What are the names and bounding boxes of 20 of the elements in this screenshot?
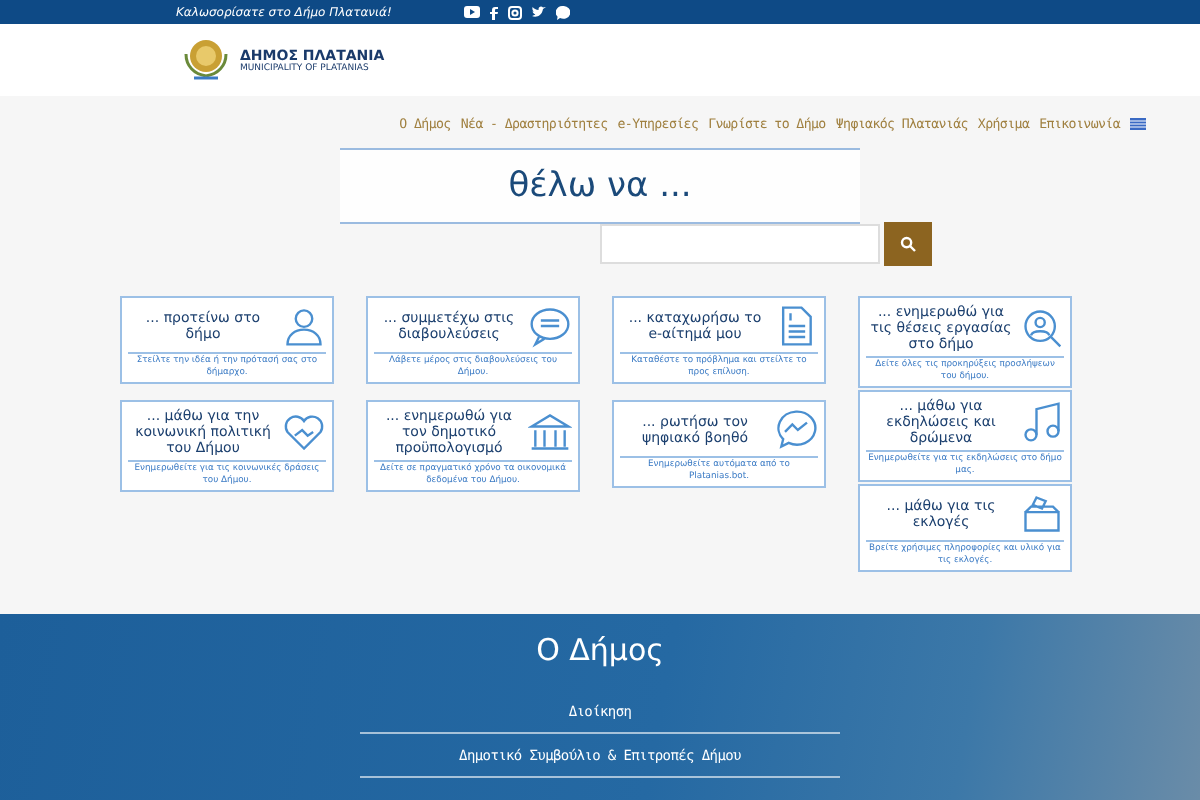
instagram-icon[interactable] bbox=[507, 5, 522, 19]
twitter-icon[interactable] bbox=[531, 6, 546, 18]
music-note-icon bbox=[1020, 400, 1064, 445]
search-button[interactable] bbox=[884, 222, 932, 266]
logo-emblem-icon bbox=[180, 38, 232, 82]
messenger-icon[interactable] bbox=[555, 5, 570, 19]
speech-bubble-icon bbox=[528, 304, 572, 348]
magnifier-icon bbox=[1020, 306, 1064, 351]
flag-icon[interactable] bbox=[1130, 118, 1146, 130]
ballot-box-icon bbox=[1020, 492, 1064, 537]
search-field[interactable] bbox=[600, 224, 880, 264]
search-icon bbox=[900, 236, 916, 252]
messenger-icon bbox=[774, 408, 818, 452]
footer-title: Ο Δήμος bbox=[536, 632, 664, 668]
banner-heading: θέλω να ... bbox=[508, 166, 692, 206]
facebook-icon[interactable] bbox=[489, 5, 498, 19]
person-icon bbox=[282, 304, 326, 348]
building-icon bbox=[528, 410, 572, 455]
video-icon[interactable] bbox=[463, 6, 480, 18]
heart-handshake-icon bbox=[282, 410, 326, 455]
